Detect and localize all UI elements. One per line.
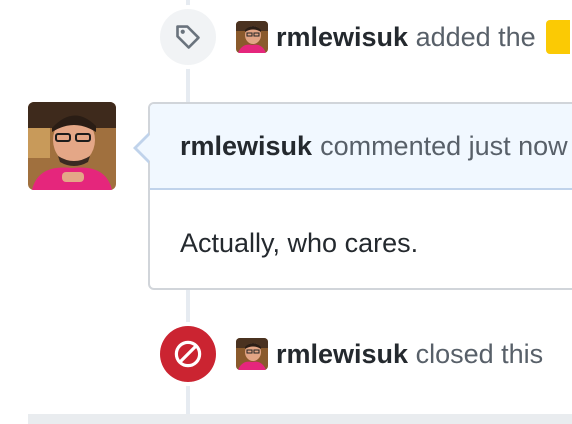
comment-header: rmlewisuk commented just now (150, 104, 572, 190)
author-mini-avatar[interactable] (236, 338, 268, 370)
event-text: rmlewisuk added the (276, 21, 536, 52)
comment-body: Actually, who cares. (180, 228, 419, 258)
commenter-avatar[interactable] (28, 102, 116, 190)
comment-box: rmlewisuk commented just now Actually, w… (133, 102, 572, 290)
circle-slash-icon (160, 326, 216, 382)
timeline-event-labeled: rmlewisuk added the (160, 9, 572, 65)
comment-timestamp[interactable]: commented just now (320, 131, 568, 162)
timeline-footer-bar (28, 414, 572, 424)
issue-timeline: rmlewisuk added the rmlewisuk commented … (0, 0, 572, 424)
author-link[interactable]: rmlewisuk (276, 22, 408, 52)
author-mini-avatar[interactable] (236, 21, 268, 53)
event-action: closed this (415, 338, 544, 369)
comment-author-link[interactable]: rmlewisuk (180, 131, 312, 162)
tag-icon (160, 9, 216, 65)
author-link[interactable]: rmlewisuk (276, 339, 408, 369)
event-action: added the (415, 21, 536, 52)
event-text: rmlewisuk closed this (276, 338, 544, 369)
comment-caret-fill (137, 134, 151, 162)
issue-label[interactable] (545, 20, 570, 54)
timeline-event-closed: rmlewisuk closed this (160, 326, 572, 382)
